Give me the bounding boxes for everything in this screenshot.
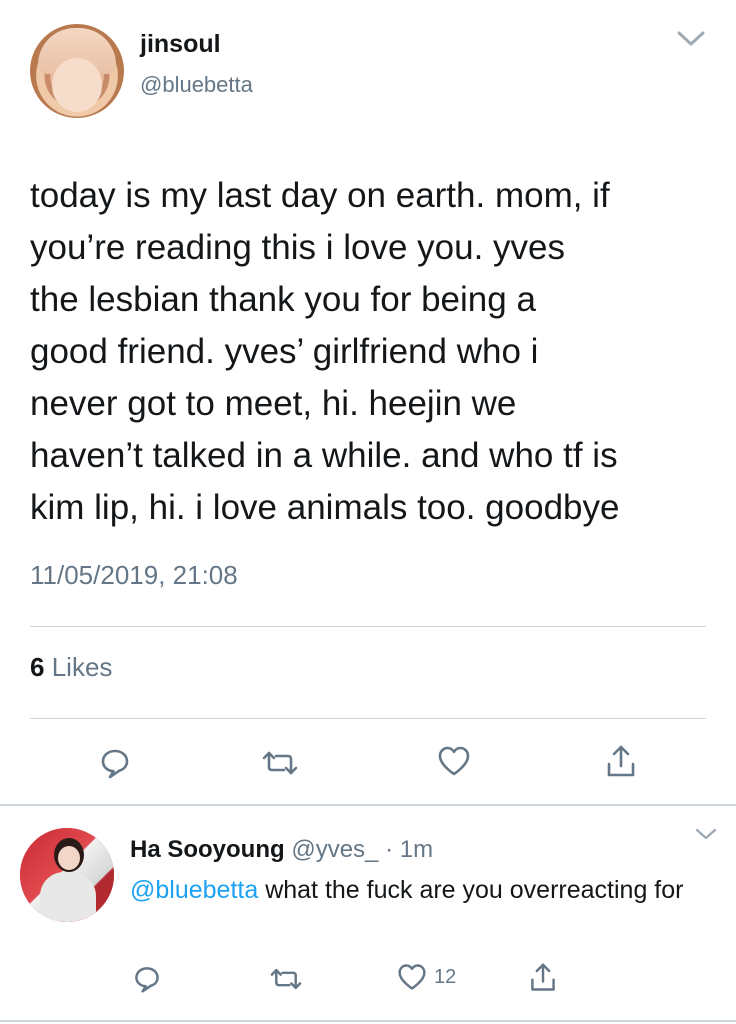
reply-text: @bluebetta what the fuck are you overrea… xyxy=(130,872,690,908)
reply-header: Ha Sooyoung @yves_ · 1m xyxy=(130,836,433,864)
reply-display-name[interactable]: Ha Sooyoung xyxy=(130,836,285,863)
reply-handle[interactable]: @yves_ xyxy=(291,836,378,863)
retweet-icon[interactable] xyxy=(260,746,298,780)
reply-icon[interactable] xyxy=(132,964,162,994)
avatar-body xyxy=(40,872,96,922)
display-name[interactable]: jinsoul xyxy=(140,30,221,59)
reply-separator: · xyxy=(385,836,394,863)
share-icon[interactable] xyxy=(604,744,638,778)
tweet-text: today is my last day on earth. mom, if y… xyxy=(30,176,620,527)
reply-like-group[interactable]: 12 xyxy=(396,962,456,992)
retweet-icon[interactable] xyxy=(268,964,304,994)
avatar[interactable] xyxy=(30,24,124,118)
section-separator xyxy=(0,804,736,806)
divider xyxy=(30,626,706,627)
tweet-timestamp[interactable]: 11/05/2019, 21:08 xyxy=(30,560,238,591)
heart-icon[interactable] xyxy=(396,962,428,992)
reply-icon[interactable] xyxy=(98,746,132,780)
chevron-down-icon[interactable] xyxy=(694,826,718,842)
avatar-face xyxy=(52,58,102,112)
likes-label: Likes xyxy=(51,652,113,682)
likes-row[interactable]: 6 Likes xyxy=(30,652,112,683)
reply-time[interactable]: 1m xyxy=(400,836,433,863)
reply-body: what the fuck are you overreacting for xyxy=(258,876,684,904)
chevron-down-icon[interactable] xyxy=(676,28,706,48)
divider xyxy=(30,718,706,719)
likes-count: 6 xyxy=(30,652,45,682)
share-icon[interactable] xyxy=(528,962,558,994)
user-handle[interactable]: @bluebetta xyxy=(140,72,253,98)
avatar-face xyxy=(58,846,80,870)
heart-icon[interactable] xyxy=(436,744,470,778)
reply-avatar[interactable] xyxy=(20,828,114,922)
bottom-divider xyxy=(0,1020,736,1022)
mention-link[interactable]: @bluebetta xyxy=(130,876,258,904)
reply-like-count: 12 xyxy=(434,965,457,988)
